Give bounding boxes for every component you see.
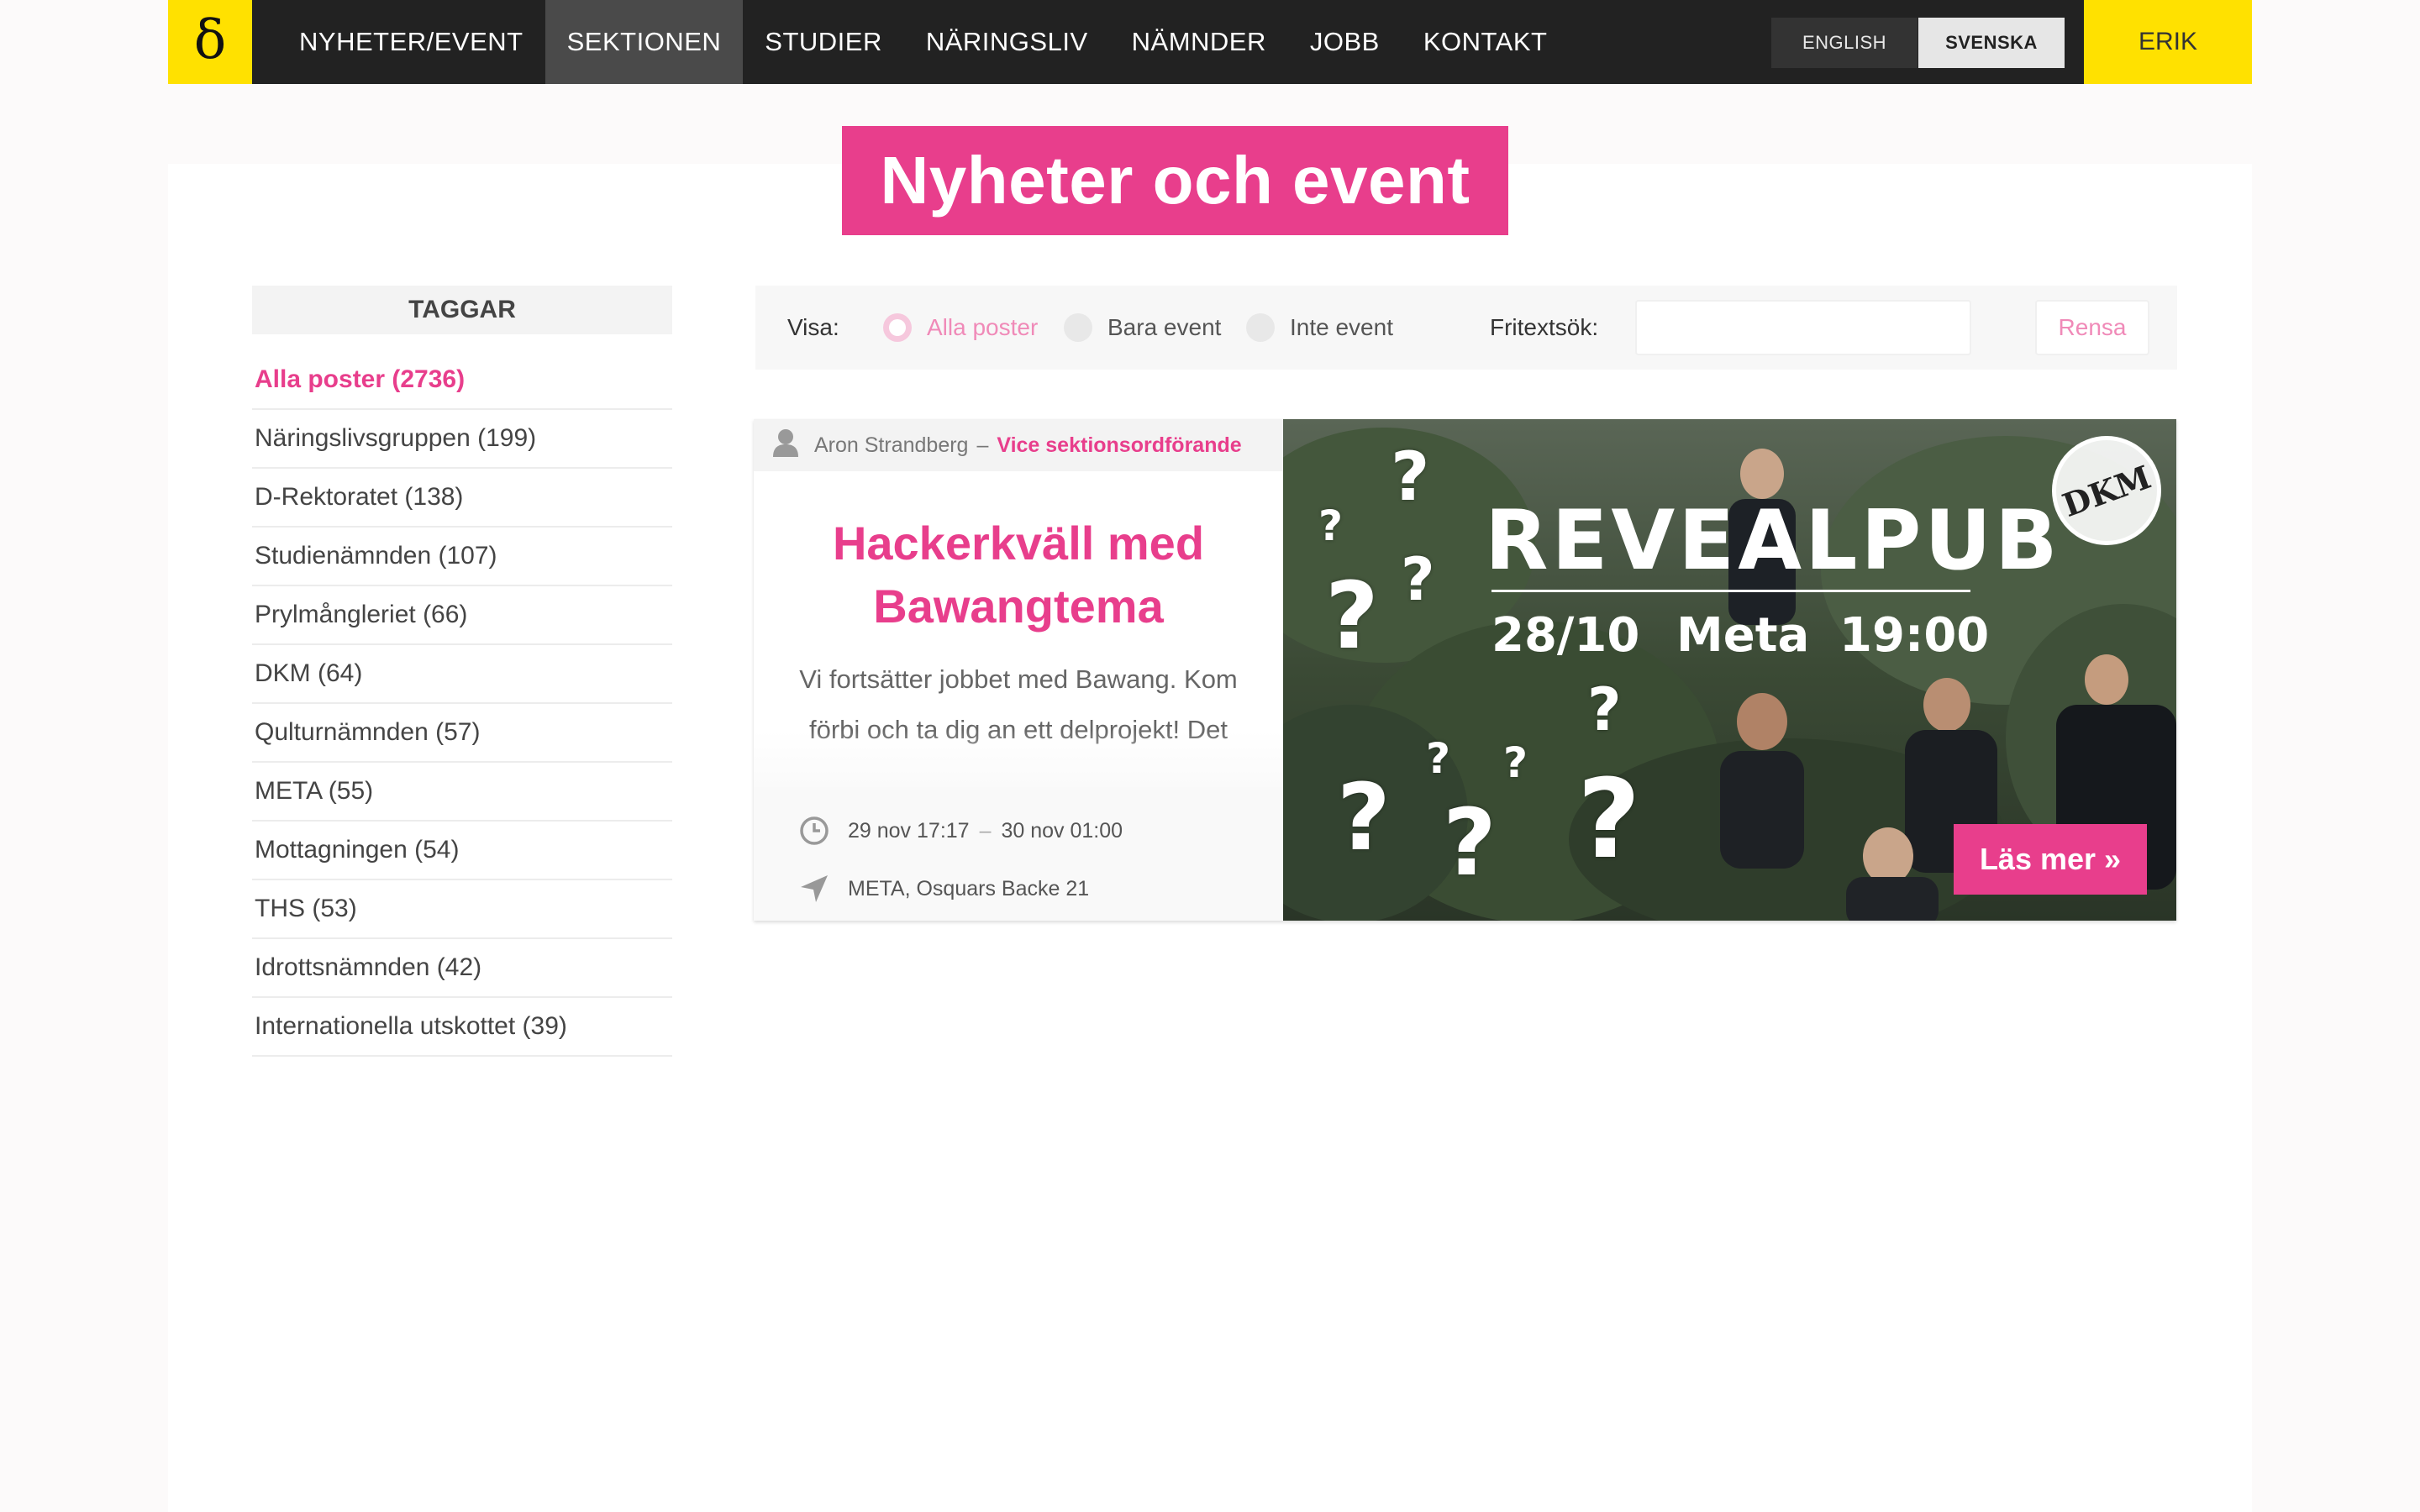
radio-dot [1064,313,1092,342]
user-menu-button[interactable]: ERIK [2084,0,2252,84]
read-more-button[interactable]: Läs mer » [1954,824,2147,895]
radio-all-posts[interactable]: Alla poster [883,313,1038,342]
nav-menu: NYHETER/EVENT SEKTIONEN STUDIER NÄRINGSL… [277,0,1569,84]
language-english-button[interactable]: ENGLISH [1771,18,1918,68]
question-mark-decoration: ? [1318,501,1344,550]
author-bar: Aron Strandberg – Vice sektionsordförand… [754,419,1283,471]
person-icon [772,428,799,463]
tag-list: Alla poster (2736) Näringslivsgruppen (1… [252,351,672,1057]
question-mark-decoration: ? [1426,734,1451,783]
tag-qulturnamnden[interactable]: Qulturnämnden (57) [252,704,672,763]
logo-glyph: δ [193,9,227,71]
tag-dkm[interactable]: DKM (64) [252,645,672,704]
author-role-link[interactable]: Vice sektionsordförande [997,433,1241,458]
poster-time: 19:00 [1839,608,1990,663]
author-name: Aron Strandberg [814,433,969,457]
search-input[interactable] [1635,300,1971,355]
news-card-text: Aron Strandberg – Vice sektionsordförand… [754,419,1283,921]
nav-item-sektionen[interactable]: SEKTIONEN [544,0,744,84]
language-swedish-button[interactable]: SVENSKA [1918,18,2065,68]
question-mark-decoration: ? [1577,755,1641,883]
news-card: Aron Strandberg – Vice sektionsordförand… [754,419,2176,921]
event-time-row: 29 nov 17:17 – 30 nov 01:00 [797,814,1123,848]
tag-mottagningen[interactable]: Mottagningen (54) [252,822,672,880]
tag-meta[interactable]: META (55) [252,763,672,822]
tag-prylmangleriet[interactable]: Prylmångleriet (66) [252,586,672,645]
event-location: META, Osquars Backe 21 [848,876,1090,900]
question-mark-decoration: ? [1401,545,1435,614]
event-start: 29 nov 17:17 [848,818,970,843]
radio-dot [1246,313,1275,342]
radio-no-events[interactable]: Inte event [1246,313,1393,342]
radio-all-posts-label: Alla poster [927,314,1039,340]
site-logo[interactable]: δ [168,0,252,84]
radio-dot [883,313,912,342]
radio-no-events-label: Inte event [1290,314,1393,340]
poster-headline: REVEALPUB [1485,493,2061,589]
question-mark-decoration: ? [1391,438,1430,516]
dkm-logo: DKM [2052,436,2161,545]
question-mark-decoration: ? [1337,764,1391,871]
radio-only-events[interactable]: Bara event [1064,313,1221,342]
time-separator: – [979,818,992,843]
tags-heading: TAGGAR [252,286,672,334]
event-poster-image[interactable]: ? ? ? ? ? ? ? ? ? ? REVEALPUB 28/10 Meta… [1283,419,2176,921]
post-title[interactable]: Hackerkväll med Bawangtema [754,512,1283,638]
poster-divider [1491,590,1970,592]
nav-item-studier[interactable]: STUDIER [743,0,904,84]
question-mark-decoration: ? [1587,675,1622,744]
clear-button[interactable]: Rensa [2035,300,2149,355]
search-label: Fritextsök: [1490,314,1599,340]
radio-only-events-label: Bara event [1107,314,1222,340]
post-title-line-2: Bawangtema [873,580,1164,633]
poster-place: Meta [1676,608,1810,663]
poster-date: 28/10 [1491,608,1640,663]
tag-ths[interactable]: THS (53) [252,880,672,939]
event-end: 30 nov 01:00 [1001,818,1123,843]
page-title: Nyheter och event [842,126,1508,235]
main-navbar: δ NYHETER/EVENT SEKTIONEN STUDIER NÄRING… [168,0,2252,84]
tag-idrottsnamnden[interactable]: Idrottsnämnden (42) [252,939,672,998]
event-meta: 29 nov 17:17 – 30 nov 01:00 META, Osquar… [754,787,1283,921]
nav-item-nyheter[interactable]: NYHETER/EVENT [277,0,545,84]
question-mark-decoration: ? [1325,562,1379,669]
post-title-line-1: Hackerkväll med [832,517,1205,570]
tag-internationella-utskottet[interactable]: Internationella utskottet (39) [252,998,672,1057]
tag-studienamnden[interactable]: Studienämnden (107) [252,528,672,586]
filter-bar: Visa: Alla poster Bara event Inte event … [755,286,2177,370]
top-bar: δ NYHETER/EVENT SEKTIONEN STUDIER NÄRING… [0,0,2420,84]
tag-all-posts[interactable]: Alla poster (2736) [252,351,672,410]
question-mark-decoration: ? [1503,738,1528,787]
nav-item-jobb[interactable]: JOBB [1288,0,1402,84]
nav-item-namnder[interactable]: NÄMNDER [1110,0,1288,84]
nav-item-kontakt[interactable]: KONTAKT [1402,0,1570,84]
location-arrow-icon [797,872,831,906]
clock-icon [797,814,831,848]
dkm-logo-text: DKM [2057,457,2156,524]
tag-d-rektoratet[interactable]: D-Rektoratet (138) [252,469,672,528]
question-mark-decoration: ? [1443,789,1497,896]
nav-item-naringsliv[interactable]: NÄRINGSLIV [904,0,1110,84]
excerpt-fade [754,730,1283,789]
event-location-row: META, Osquars Backe 21 [797,872,1089,906]
tag-naringslivsgruppen[interactable]: Näringslivsgruppen (199) [252,410,672,469]
show-label: Visa: [787,314,839,340]
author-separator: – [976,433,989,457]
